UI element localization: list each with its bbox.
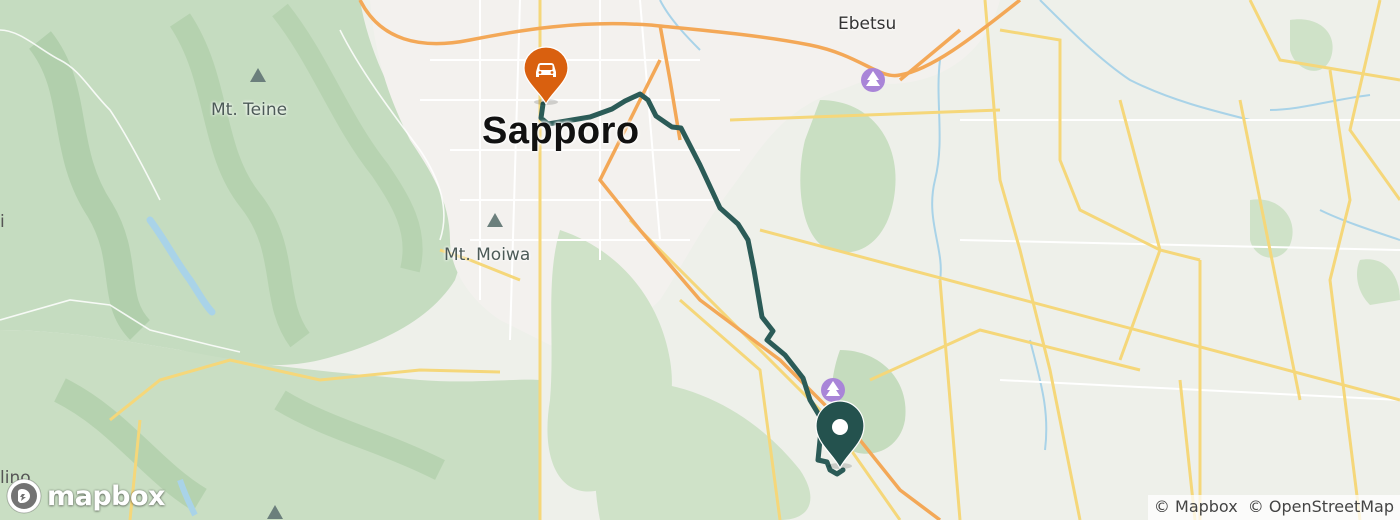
mapbox-wordmark: mapbox [47,480,165,512]
attribution-osm-link[interactable]: © OpenStreetMap [1248,497,1394,516]
mapbox-logo-icon [6,478,42,514]
destination-marker[interactable] [813,398,867,470]
edge-label: i [0,212,5,232]
origin-marker[interactable] [520,44,572,108]
city-label-sapporo: Sapporo [482,110,640,152]
attribution: © Mapbox © OpenStreetMap [1147,495,1400,520]
map-canvas [0,0,1400,520]
city-label-ebetsu: Ebetsu [838,14,897,34]
circle-icon [832,419,848,435]
peak-label-moiwa: Mt. Moiwa [444,245,531,265]
park-poi-icon[interactable] [861,68,885,92]
car-icon [536,63,556,77]
peak-label-teine: Mt. Teine [211,100,288,120]
map-view[interactable]: Sapporo Ebetsu Mt. Teine Mt. Moiwa i lin… [0,0,1400,520]
mapbox-logo[interactable]: mapbox [4,476,165,516]
attribution-mapbox-link[interactable]: © Mapbox [1154,497,1238,516]
